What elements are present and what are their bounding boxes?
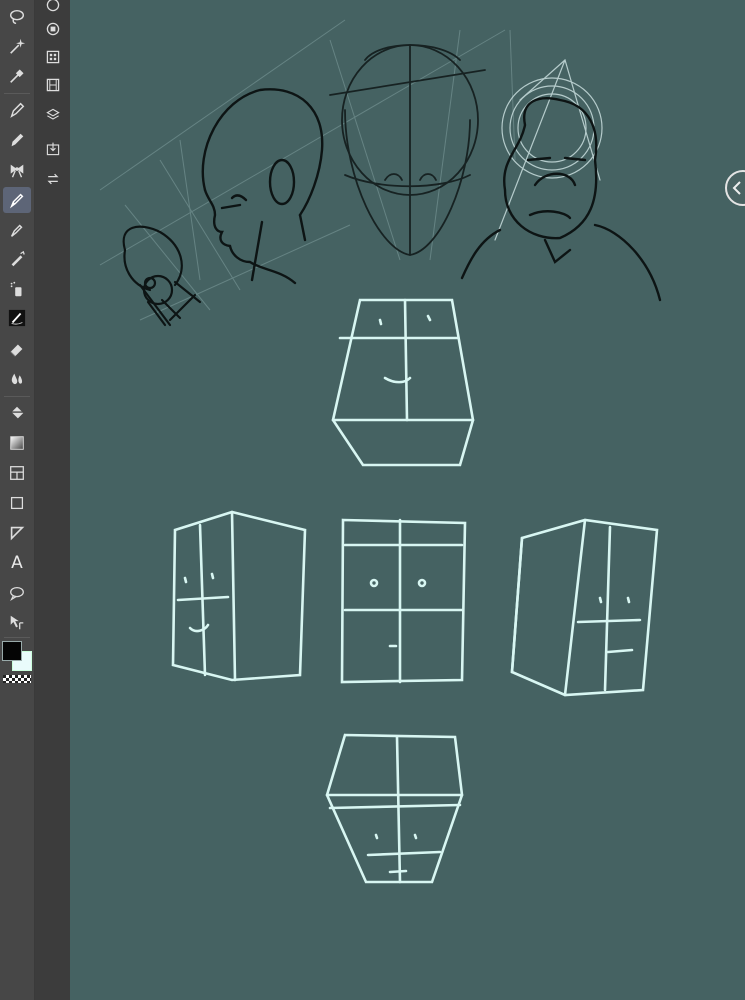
layers-button[interactable] (40, 102, 66, 128)
airbrush-icon (11, 250, 25, 267)
magic-wand-tool[interactable] (3, 33, 31, 59)
pen-tool[interactable] (3, 97, 31, 123)
ink-pen-icon (10, 224, 23, 237)
history-button[interactable] (40, 166, 66, 192)
magic-wand-icon (10, 38, 26, 54)
layers-icon (46, 108, 60, 120)
tool-bar: A (0, 0, 35, 1000)
navigator-button[interactable] (40, 16, 66, 42)
text-icon: A (11, 552, 23, 573)
ink-pen-tool[interactable] (3, 217, 31, 243)
eraser-tool[interactable] (3, 336, 31, 362)
transparent-color-swatch[interactable] (3, 675, 31, 683)
sub-tool-icon (46, 0, 60, 12)
eraser-icon (10, 344, 23, 357)
gradient-icon (10, 436, 24, 450)
spray-tool[interactable] (3, 276, 31, 302)
ruler-icon (10, 526, 25, 541)
figure-tool[interactable] (3, 490, 31, 516)
ribbon-icon (10, 164, 24, 178)
film-icon (46, 78, 60, 92)
pencil-icon (11, 133, 24, 147)
blend-tool[interactable] (3, 366, 31, 392)
history-icon (47, 173, 59, 185)
brush-icon (9, 193, 24, 209)
object-select-icon (10, 615, 24, 630)
chevron-left-icon (732, 181, 741, 195)
frame-border-icon (10, 466, 24, 480)
airbrush-tool[interactable] (3, 246, 31, 272)
toolbar-divider (4, 396, 30, 397)
lasso-tool[interactable] (3, 4, 31, 30)
fill-tool[interactable] (3, 400, 31, 426)
text-tool[interactable]: A (3, 550, 31, 576)
drawing-canvas[interactable] (70, 0, 745, 1000)
timeline-button[interactable] (40, 72, 66, 98)
pen-icon (10, 102, 25, 118)
eyedropper-icon (10, 69, 24, 83)
toolbar-divider (4, 93, 30, 94)
toolbar-divider (4, 637, 30, 638)
fill-bucket-icon (10, 406, 24, 419)
object-tool[interactable] (3, 609, 31, 635)
export-icon (46, 142, 60, 156)
balloon-tool[interactable] (3, 580, 31, 606)
spray-icon (10, 281, 22, 297)
material-button[interactable] (40, 44, 66, 70)
panel-bar (35, 0, 71, 1000)
speech-balloon-icon (10, 586, 24, 601)
navigator-icon (46, 22, 60, 36)
export-button[interactable] (40, 136, 66, 162)
gradient-tool[interactable] (3, 430, 31, 456)
rectangle-icon (10, 496, 24, 510)
material-icon (46, 50, 60, 64)
ruler-tool[interactable] (3, 520, 31, 546)
blend-icon (11, 373, 23, 385)
frame-border-tool[interactable] (3, 460, 31, 486)
lasso-icon (9, 9, 25, 25)
decoration-tool[interactable] (3, 157, 31, 183)
main-color-swatch[interactable] (2, 641, 22, 661)
correct-line-tool[interactable] (3, 305, 31, 331)
correct-line-icon (8, 309, 26, 327)
brush-tool[interactable] (3, 187, 31, 213)
eyedropper-tool[interactable] (3, 63, 31, 89)
pencil-tool[interactable] (3, 127, 31, 153)
